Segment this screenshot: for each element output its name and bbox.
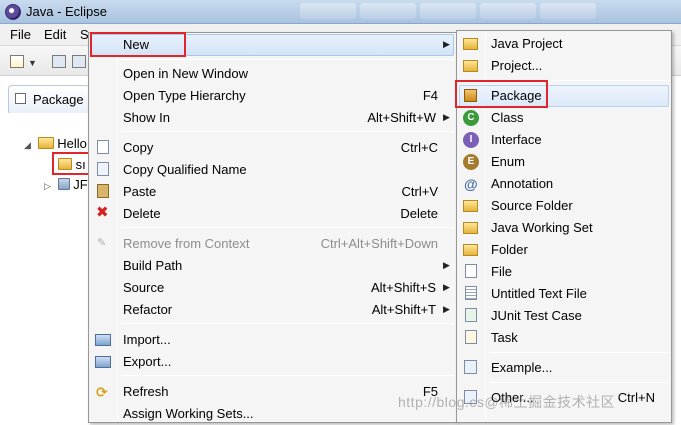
submenu-item-task[interactable]: Task bbox=[459, 327, 669, 349]
submenu-item-project[interactable]: Project... bbox=[459, 55, 669, 77]
menu-item-open-type-hierarchy[interactable]: Open Type Hierarchy F4 bbox=[91, 85, 454, 107]
submenu-arrow-icon: ▶ bbox=[443, 112, 450, 122]
menu-item-remove-from-context[interactable]: ✎ Remove from Context Ctrl+Alt+Shift+Down bbox=[91, 233, 454, 255]
annotation-icon: @ bbox=[464, 176, 478, 192]
menu-item-import[interactable]: Import... bbox=[91, 329, 454, 351]
junit-icon bbox=[465, 308, 477, 322]
menu-item-copy-qualified-name[interactable]: Copy Qualified Name bbox=[91, 159, 454, 181]
new-wizard-icon[interactable] bbox=[10, 55, 24, 68]
paste-icon bbox=[97, 184, 109, 198]
menu-item-paste[interactable]: Paste Ctrl+V bbox=[91, 181, 454, 203]
remove-context-icon: ✎ bbox=[97, 237, 107, 249]
context-menu: New ▶ Open in New Window Open Type Hierar… bbox=[88, 32, 457, 423]
tab-label: Package E bbox=[33, 92, 96, 107]
project-icon bbox=[463, 60, 478, 72]
menu-item-copy[interactable]: Copy Ctrl+C bbox=[91, 137, 454, 159]
menu-item-refactor[interactable]: Refactor Alt+Shift+T ▶ bbox=[91, 299, 454, 321]
save-all-icon[interactable] bbox=[72, 55, 86, 68]
export-icon bbox=[95, 356, 111, 368]
copy-qualified-icon bbox=[97, 162, 109, 176]
import-icon bbox=[95, 334, 111, 346]
menu-item-delete[interactable]: ✖ Delete Delete bbox=[91, 203, 454, 225]
text-file-icon bbox=[465, 286, 477, 300]
submenu-item-interface[interactable]: I Interface bbox=[459, 129, 669, 151]
class-icon: C bbox=[463, 110, 479, 126]
separator bbox=[121, 227, 454, 228]
menu-item-export[interactable]: Export... bbox=[91, 351, 454, 373]
submenu-item-folder[interactable]: Folder bbox=[459, 239, 669, 261]
highlight-box-new bbox=[90, 32, 186, 57]
source-folder-icon bbox=[463, 200, 478, 212]
java-project-icon bbox=[463, 38, 478, 50]
submenu-item-enum[interactable]: E Enum bbox=[459, 151, 669, 173]
menu-item-build-path[interactable]: Build Path ▶ bbox=[91, 255, 454, 277]
menu-file[interactable]: File bbox=[10, 27, 31, 42]
submenu-item-source-folder[interactable]: Source Folder bbox=[459, 195, 669, 217]
submenu-item-java-working-set[interactable]: Java Working Set bbox=[459, 217, 669, 239]
package-explorer: Package E bbox=[0, 77, 96, 423]
folder-icon bbox=[463, 244, 478, 256]
submenu-arrow-icon: ▶ bbox=[443, 282, 450, 292]
tree-item-jre[interactable]: ▷ JF bbox=[44, 177, 88, 195]
java-project-icon bbox=[37, 137, 54, 149]
example-icon bbox=[464, 360, 477, 374]
submenu-item-annotation[interactable]: @ Annotation bbox=[459, 173, 669, 195]
tab-package-explorer[interactable]: Package E bbox=[8, 85, 96, 113]
task-icon bbox=[465, 330, 477, 344]
watermark: http://blog.cs@稀土掘金技术社区 bbox=[398, 394, 616, 410]
highlight-box-package bbox=[455, 80, 548, 108]
file-icon bbox=[465, 264, 477, 278]
tree-item-label: JF bbox=[73, 177, 88, 192]
expand-twisty-icon[interactable]: ◢ bbox=[24, 140, 34, 151]
window-title-bar: Java - Eclipse bbox=[0, 0, 681, 24]
library-icon bbox=[57, 178, 70, 190]
menu-item-source[interactable]: Source Alt+Shift+S ▶ bbox=[91, 277, 454, 299]
enum-icon: E bbox=[463, 154, 479, 170]
submenu-item-file[interactable]: File bbox=[459, 261, 669, 283]
separator bbox=[121, 59, 454, 60]
submenu-arrow-icon: ▶ bbox=[443, 260, 450, 270]
package-explorer-icon bbox=[15, 93, 26, 104]
separator bbox=[489, 382, 669, 383]
menu-edit[interactable]: Edit bbox=[44, 27, 66, 42]
working-set-icon bbox=[463, 222, 478, 234]
separator bbox=[121, 323, 454, 324]
submenu-item-junit-test-case[interactable]: JUnit Test Case bbox=[459, 305, 669, 327]
delete-icon: ✖ bbox=[96, 204, 109, 221]
separator bbox=[121, 375, 454, 376]
window-title: Java - Eclipse bbox=[26, 4, 107, 19]
submenu-item-java-project[interactable]: Java Project bbox=[459, 33, 669, 55]
background-window-tabs bbox=[300, 3, 596, 21]
collapse-twisty-icon[interactable]: ▷ bbox=[44, 181, 54, 192]
eclipse-logo-icon bbox=[5, 4, 21, 20]
separator bbox=[489, 352, 669, 353]
chevron-down-icon[interactable]: ▼ bbox=[28, 58, 37, 68]
submenu-item-class[interactable]: C Class bbox=[459, 107, 669, 129]
submenu-item-example[interactable]: Example... bbox=[459, 357, 669, 379]
copy-icon bbox=[97, 140, 109, 154]
menu-item-open-new-window[interactable]: Open in New Window bbox=[91, 63, 454, 85]
refresh-icon: ⟳ bbox=[96, 384, 108, 400]
submenu-arrow-icon: ▶ bbox=[443, 39, 450, 49]
menu-item-show-in[interactable]: Show In Alt+Shift+W ▶ bbox=[91, 107, 454, 129]
submenu-item-untitled-text-file[interactable]: Untitled Text File bbox=[459, 283, 669, 305]
interface-icon: I bbox=[463, 132, 479, 148]
tree-item-label: Hello bbox=[57, 136, 87, 151]
submenu-arrow-icon: ▶ bbox=[443, 304, 450, 314]
highlight-box-src bbox=[52, 152, 92, 175]
separator bbox=[121, 131, 454, 132]
save-icon[interactable] bbox=[52, 55, 66, 68]
